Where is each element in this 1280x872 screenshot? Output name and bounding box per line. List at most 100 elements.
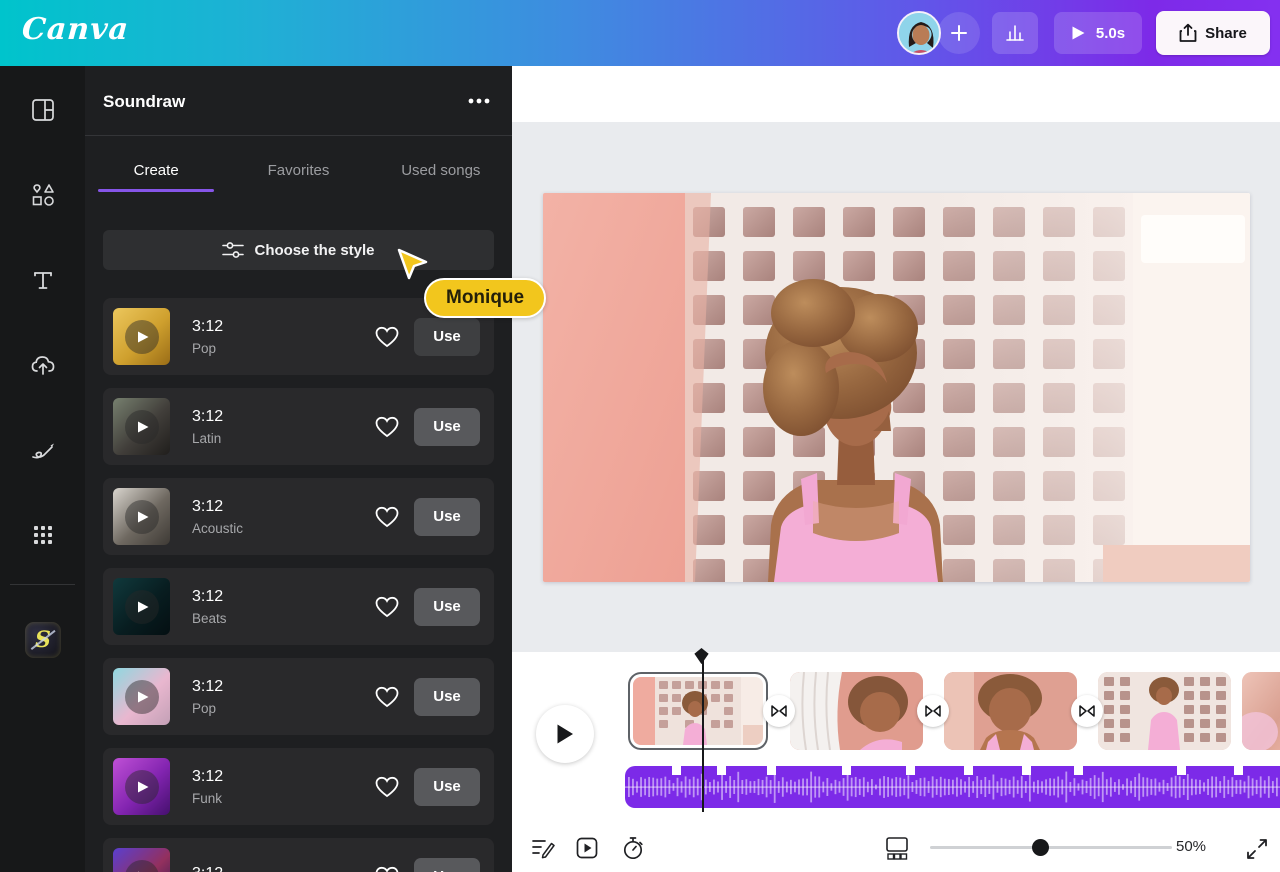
song-genre: Pop (192, 341, 223, 356)
play-overlay-icon (125, 410, 159, 444)
expand-icon (1246, 838, 1268, 860)
use-button[interactable]: Use (414, 858, 480, 872)
favorite-button[interactable] (370, 860, 404, 872)
song-duration: 3:12 (192, 588, 227, 606)
zoom-slider-thumb[interactable] (1032, 839, 1049, 856)
song-thumbnail[interactable] (113, 848, 170, 872)
bowtie-transition-icon (1079, 705, 1095, 717)
favorite-button[interactable] (370, 770, 404, 804)
plus-icon (949, 23, 969, 43)
notes-button[interactable] (530, 835, 556, 861)
fullscreen-button[interactable] (1244, 836, 1270, 862)
apps-icon (31, 523, 55, 547)
use-button[interactable]: Use (414, 318, 480, 356)
song-meta: 3:12 Pop (192, 318, 223, 356)
timeline-clip-2[interactable] (790, 672, 923, 750)
song-row: 3:12 Acoustic Use (103, 478, 494, 555)
use-button[interactable]: Use (414, 678, 480, 716)
timer-icon (621, 836, 645, 861)
timeline-clip-5[interactable] (1242, 672, 1280, 750)
panel-menu-button[interactable] (464, 88, 494, 114)
sidebar-item-text[interactable] (21, 258, 65, 302)
choose-style-button[interactable]: Choose the style (103, 230, 494, 270)
song-genre: Beats (192, 611, 227, 626)
heart-icon (374, 505, 400, 529)
bar-marker (717, 766, 726, 775)
song-meta: 3:12 (192, 865, 223, 872)
canvas-area[interactable] (512, 122, 1280, 652)
song-thumbnail[interactable] (113, 668, 170, 725)
canva-logo[interactable]: Canva (21, 12, 130, 47)
song-list: 3:12 Pop Use (103, 298, 494, 872)
playhead-handle[interactable] (694, 648, 709, 670)
heart-icon (374, 775, 400, 799)
favorite-button[interactable] (370, 590, 404, 624)
preview-play-button[interactable]: 5.0s (1054, 12, 1142, 54)
sidebar-item-apps[interactable] (21, 513, 65, 557)
transition-button-1[interactable] (763, 695, 795, 727)
use-button[interactable]: Use (414, 768, 480, 806)
panel-tabs: Create Favorites Used songs (85, 136, 512, 204)
sidebar-item-draw[interactable] (21, 428, 65, 472)
play-overlay-icon (125, 680, 159, 714)
panel-title: Soundraw (103, 92, 185, 112)
heart-icon (374, 865, 400, 872)
favorite-button[interactable] (370, 500, 404, 534)
draw-icon (29, 438, 57, 462)
song-thumbnail[interactable] (113, 398, 170, 455)
favorite-button[interactable] (370, 680, 404, 714)
video-page[interactable] (543, 193, 1250, 582)
song-genre: Acoustic (192, 521, 243, 536)
favorite-button[interactable] (370, 320, 404, 354)
notes-icon (531, 837, 555, 859)
transition-button-3[interactable] (1071, 695, 1103, 727)
sidebar-divider (10, 584, 75, 585)
grid-pages-icon (884, 835, 910, 861)
song-thumbnail[interactable] (113, 758, 170, 815)
song-meta: 3:12 Acoustic (192, 498, 243, 536)
bar-marker (906, 766, 915, 775)
song-meta: 3:12 Latin (192, 408, 223, 446)
use-button[interactable]: Use (414, 588, 480, 626)
song-thumbnail[interactable] (113, 308, 170, 365)
video-preview-button[interactable] (574, 835, 600, 861)
sidebar-item-design[interactable] (21, 88, 65, 132)
timeline-clip-1[interactable] (628, 672, 768, 750)
song-thumbnail[interactable] (113, 488, 170, 545)
sidebar: S (0, 66, 85, 872)
sidebar-item-uploads[interactable] (21, 343, 65, 387)
heart-icon (374, 325, 400, 349)
song-row: 3:12 Use (103, 838, 494, 872)
bowtie-transition-icon (925, 705, 941, 717)
timeline-clip-4[interactable] (1098, 672, 1231, 750)
use-button[interactable]: Use (414, 498, 480, 536)
zoom-slider-track[interactable] (930, 846, 1172, 849)
insights-button[interactable] (992, 12, 1038, 54)
song-thumbnail[interactable] (113, 578, 170, 635)
use-button[interactable]: Use (414, 408, 480, 446)
grid-view-button[interactable] (884, 835, 910, 861)
playhead-line[interactable] (702, 654, 704, 812)
tab-used-songs[interactable]: Used songs (370, 136, 512, 204)
timeline-clip-3[interactable] (944, 672, 1077, 750)
audio-track[interactable] (625, 766, 1280, 808)
song-duration: 3:12 (192, 865, 223, 872)
timeline-play-button[interactable] (536, 705, 594, 763)
song-row: 3:12 Latin Use (103, 388, 494, 465)
duration-button[interactable] (620, 835, 646, 861)
song-genre: Latin (192, 431, 223, 446)
transition-button-2[interactable] (917, 695, 949, 727)
favorite-button[interactable] (370, 410, 404, 444)
share-button[interactable]: Share (1156, 11, 1270, 55)
avatar-photo (899, 13, 941, 55)
choose-style-label: Choose the style (254, 242, 374, 259)
add-member-button[interactable] (938, 12, 980, 54)
bar-marker (964, 766, 973, 775)
sidebar-item-elements[interactable] (21, 173, 65, 217)
play-icon (555, 723, 575, 745)
tab-create[interactable]: Create (85, 136, 227, 204)
avatar[interactable] (897, 11, 941, 55)
tab-favorites[interactable]: Favorites (227, 136, 369, 204)
sidebar-item-soundraw[interactable]: S (25, 622, 61, 658)
song-duration: 3:12 (192, 768, 223, 786)
